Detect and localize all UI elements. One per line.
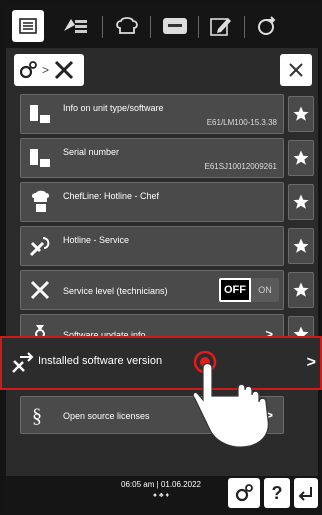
row-label: Hotline - Service — [63, 235, 130, 245]
status-separator: | — [156, 480, 159, 489]
serial-number-icon — [27, 145, 53, 171]
row-label: ChefLine: Hotline - Chef — [63, 191, 160, 201]
menu-button[interactable] — [12, 10, 44, 42]
settings-arrow-icon — [258, 16, 276, 35]
svg-text:§: § — [32, 405, 42, 426]
cookbook-icon — [64, 19, 87, 33]
close-button[interactable] — [280, 54, 312, 86]
star-icon — [293, 238, 309, 253]
list-item-serial-number[interactable]: Serial number E61SJ10012009261 — [20, 138, 284, 178]
list-item-service-level: Service level (technicians) OFF ON — [20, 270, 284, 310]
settings-button[interactable] — [250, 10, 284, 42]
service-tools-icon[interactable] — [53, 59, 75, 81]
status-time: 06:05 am — [121, 480, 155, 489]
settings-button-bottom[interactable] — [228, 478, 260, 508]
device-frame: > Info on unit type/software E61/LM100-1… — [0, 0, 322, 515]
row-value: E61/LM100-15.3.38 — [206, 118, 277, 127]
star-icon — [293, 106, 309, 121]
row-label: Open source licenses — [63, 411, 150, 421]
status-indicator-icon: ● ♣ ♦ — [152, 492, 170, 499]
bottom-bar: 06:05 am | 01.06.2022 ● ♣ ♦ ? — [6, 476, 318, 510]
list-item-chef-hotline[interactable]: ChefLine: Hotline - Chef — [20, 182, 284, 222]
help-button[interactable]: ? — [264, 478, 290, 508]
favorite-star-button[interactable] — [288, 96, 314, 132]
back-arrow-icon — [298, 487, 312, 501]
list-item-service-hotline[interactable]: Hotline - Service — [20, 226, 284, 266]
favorite-star-button[interactable] — [288, 184, 314, 220]
star-icon — [293, 194, 309, 209]
tap-gesture-hand-icon — [192, 350, 269, 448]
top-toolbar — [6, 6, 318, 48]
row-label: Installed software version — [38, 355, 163, 367]
status-date: 01.06.2022 — [160, 480, 201, 489]
licenses-icon: § — [27, 402, 53, 428]
toggle-off[interactable]: OFF — [219, 278, 251, 302]
star-icon — [293, 282, 309, 297]
toolbar-divider — [198, 16, 199, 38]
favorite-star-button[interactable] — [288, 272, 314, 308]
settings-gear-icon — [235, 484, 253, 502]
row-value: E61SJ10012009261 — [204, 162, 277, 171]
close-icon — [289, 63, 303, 77]
list-item-unit-info[interactable]: Info on unit type/software E61/LM100-15.… — [20, 94, 284, 134]
wrench-icon — [27, 277, 53, 303]
chef-hat-icon — [116, 17, 138, 34]
installed-software-icon — [10, 350, 36, 381]
service-hotline-icon — [27, 233, 53, 259]
status-display: 06:05 am | 01.06.2022 ● ♣ ♦ — [96, 480, 226, 499]
toggle-on[interactable]: ON — [251, 278, 279, 302]
star-icon — [293, 150, 309, 165]
program-button[interactable] — [158, 10, 192, 42]
toolbar-divider — [244, 16, 245, 38]
toolbar-divider — [150, 16, 151, 38]
service-level-toggle[interactable]: OFF ON — [219, 278, 279, 302]
cookbook-button[interactable] — [56, 10, 96, 42]
toolbar-divider — [102, 16, 103, 38]
favorite-star-button[interactable] — [288, 140, 314, 176]
row-label: Service level (technicians) — [63, 286, 168, 296]
breadcrumb: > — [14, 54, 84, 86]
unit-info-icon — [27, 101, 53, 127]
chevron-right-icon: > — [306, 354, 316, 371]
chef-hotline-icon — [27, 189, 53, 215]
back-button[interactable] — [294, 478, 318, 508]
edit-icon — [210, 18, 231, 36]
menu-icon — [19, 18, 37, 34]
row-label: Serial number — [63, 147, 120, 157]
settings-gear-icon[interactable] — [18, 60, 38, 80]
row-label: Info on unit type/software — [63, 103, 164, 113]
chef-hat-button[interactable] — [110, 10, 144, 42]
edit-button[interactable] — [204, 10, 238, 42]
favorite-star-button[interactable] — [288, 228, 314, 264]
program-icon — [163, 18, 187, 34]
breadcrumb-separator: > — [42, 63, 50, 77]
